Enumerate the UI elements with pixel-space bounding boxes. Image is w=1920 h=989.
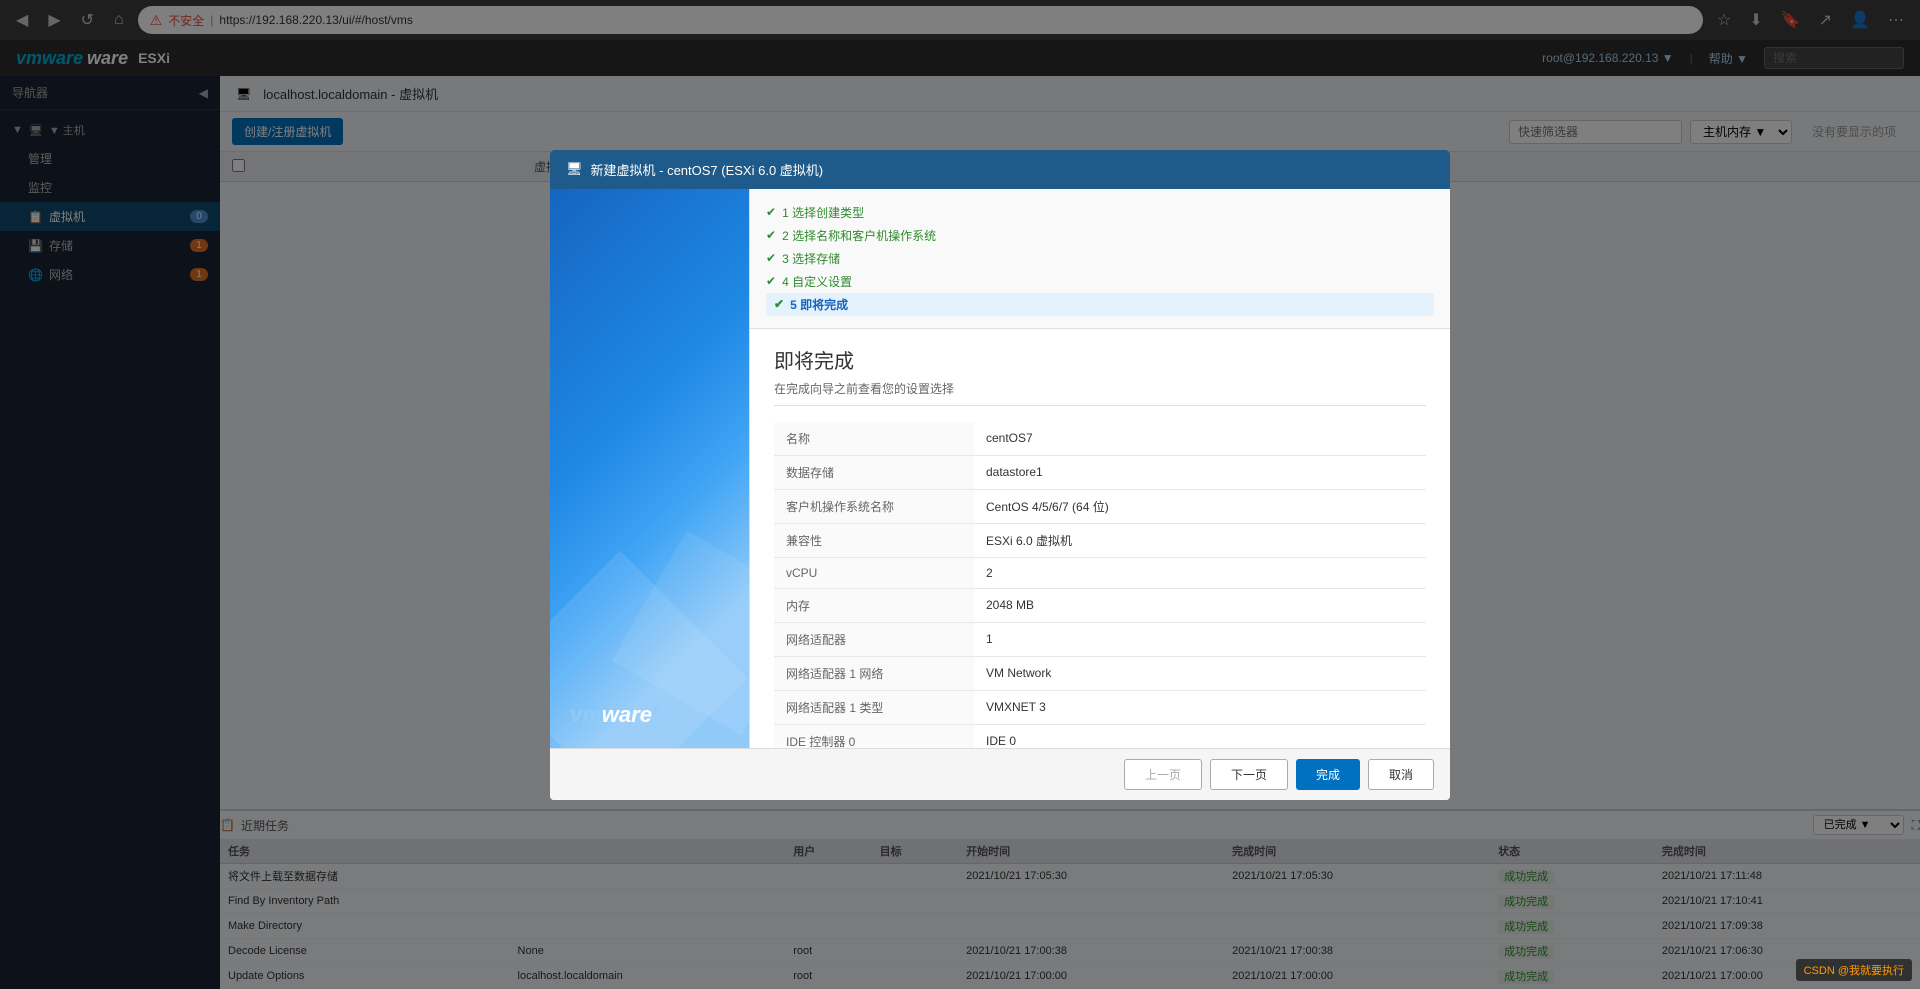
summary-row-memory: 内存 2048 MB xyxy=(774,588,1426,622)
summary-row-nic1-network: 网络适配器 1 网络 VM Network xyxy=(774,656,1426,690)
summary-row-ide0: IDE 控制器 0 IDE 0 xyxy=(774,724,1426,748)
modal-body: vmware® ✔ 1 选择创建类型 ✔ 2 选择名称和客户机操作系统 xyxy=(550,189,1450,748)
check-icon-1: ✔ xyxy=(766,205,776,219)
wizard-main[interactable]: 即将完成 在完成向导之前查看您的设置选择 名称 centOS7 数据存储 dat… xyxy=(750,329,1450,748)
modal-vmware-logo: vmware® xyxy=(570,702,659,728)
modal-title: 新建虚拟机 - centOS7 (ESXi 6.0 虚拟机) xyxy=(591,160,824,179)
wizard-step-3: ✔ 3 选择存储 xyxy=(766,247,1434,270)
summary-value-datastore: datastore1 xyxy=(974,455,1426,489)
modal-sidebar-graphic-container: vmware® xyxy=(550,189,750,748)
summary-label-memory: 内存 xyxy=(774,588,974,622)
summary-label-datastore: 数据存储 xyxy=(774,455,974,489)
summary-value-name: centOS7 xyxy=(974,422,1426,456)
summary-value-ide0: IDE 0 xyxy=(974,724,1426,748)
summary-value-os: CentOS 4/5/6/7 (64 位) xyxy=(974,489,1426,523)
summary-label-nic: 网络适配器 xyxy=(774,622,974,656)
summary-row-nic: 网络适配器 1 xyxy=(774,622,1426,656)
check-icon-3: ✔ xyxy=(766,251,776,265)
summary-value-compat: ESXi 6.0 虚拟机 xyxy=(974,523,1426,557)
step-3-label: 3 选择存储 xyxy=(782,250,840,267)
modal-footer: 上一页 下一页 完成 取消 xyxy=(550,748,1450,800)
modal-overlay: 🖥 新建虚拟机 - centOS7 (ESXi 6.0 虚拟机) vmware®… xyxy=(0,0,1920,989)
summary-label-name: 名称 xyxy=(774,422,974,456)
check-icon-5: ✔ xyxy=(774,297,784,311)
next-button[interactable]: 下一页 xyxy=(1210,759,1288,790)
wizard-step-5: ✔ 5 即将完成 xyxy=(766,293,1434,316)
summary-value-vcpu: 2 xyxy=(974,557,1426,588)
wizard-step-2: ✔ 2 选择名称和客户机操作系统 xyxy=(766,224,1434,247)
csdn-watermark: CSDN @我就要执行 xyxy=(1796,959,1912,981)
create-vm-modal: 🖥 新建虚拟机 - centOS7 (ESXi 6.0 虚拟机) vmware®… xyxy=(550,150,1450,800)
finish-button[interactable]: 完成 xyxy=(1296,759,1360,790)
summary-row-os: 客户机操作系统名称 CentOS 4/5/6/7 (64 位) xyxy=(774,489,1426,523)
summary-table-body: 名称 centOS7 数据存储 datastore1 客户机操作系统名称 Cen… xyxy=(774,422,1426,748)
wizard-section-title: 即将完成 xyxy=(774,345,1426,374)
summary-label-compat: 兼容性 xyxy=(774,523,974,557)
summary-row-name: 名称 centOS7 xyxy=(774,422,1426,456)
summary-value-nic: 1 xyxy=(974,622,1426,656)
modal-sidebar-graphic: vmware® xyxy=(550,189,749,748)
summary-label-os: 客户机操作系统名称 xyxy=(774,489,974,523)
step-4-label: 4 自定义设置 xyxy=(782,273,852,290)
modal-header: 🖥 新建虚拟机 - centOS7 (ESXi 6.0 虚拟机) xyxy=(550,150,1450,189)
check-icon-4: ✔ xyxy=(766,274,776,288)
step-2-label: 2 选择名称和客户机操作系统 xyxy=(782,227,936,244)
step-1-label: 1 选择创建类型 xyxy=(782,204,864,221)
modal-logo-text: vmware xyxy=(570,702,652,727)
prev-button[interactable]: 上一页 xyxy=(1124,759,1202,790)
summary-row-vcpu: vCPU 2 xyxy=(774,557,1426,588)
summary-value-nic1-network: VM Network xyxy=(974,656,1426,690)
summary-label-vcpu: vCPU xyxy=(774,557,974,588)
wizard-steps: ✔ 1 选择创建类型 ✔ 2 选择名称和客户机操作系统 ✔ 3 选择存储 ✔ 4… xyxy=(750,189,1450,329)
summary-label-nic1-type: 网络适配器 1 类型 xyxy=(774,690,974,724)
wizard-step-4: ✔ 4 自定义设置 xyxy=(766,270,1434,293)
step-5-label: 5 即将完成 xyxy=(790,296,848,313)
summary-row-nic1-type: 网络适配器 1 类型 VMXNET 3 xyxy=(774,690,1426,724)
cancel-button[interactable]: 取消 xyxy=(1368,759,1434,790)
summary-label-nic1-network: 网络适配器 1 网络 xyxy=(774,656,974,690)
check-icon-2: ✔ xyxy=(766,228,776,242)
summary-label-ide0: IDE 控制器 0 xyxy=(774,724,974,748)
summary-value-memory: 2048 MB xyxy=(974,588,1426,622)
wizard-section-subtitle: 在完成向导之前查看您的设置选择 xyxy=(774,380,1426,406)
modal-title-icon: 🖥 xyxy=(566,161,583,177)
summary-row-compat: 兼容性 ESXi 6.0 虚拟机 xyxy=(774,523,1426,557)
summary-table: 名称 centOS7 数据存储 datastore1 客户机操作系统名称 Cen… xyxy=(774,422,1426,748)
wizard-step-1: ✔ 1 选择创建类型 xyxy=(766,201,1434,224)
modal-content: ✔ 1 选择创建类型 ✔ 2 选择名称和客户机操作系统 ✔ 3 选择存储 ✔ 4… xyxy=(750,189,1450,748)
summary-row-datastore: 数据存储 datastore1 xyxy=(774,455,1426,489)
summary-value-nic1-type: VMXNET 3 xyxy=(974,690,1426,724)
